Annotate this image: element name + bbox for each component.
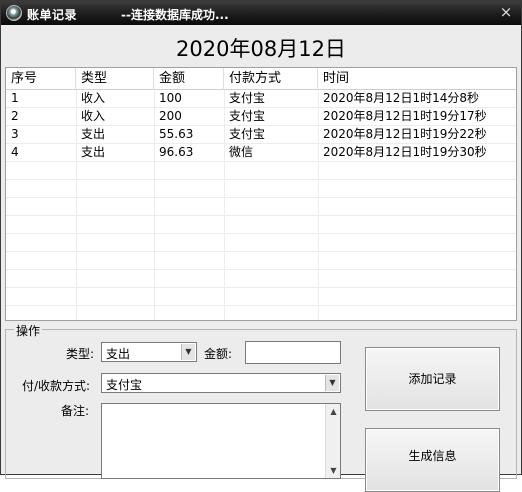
empty-row <box>6 180 516 198</box>
cell-type: 收入 <box>81 109 106 123</box>
cell-type: 支出 <box>81 127 106 141</box>
column-header-id[interactable]: 序号 <box>6 68 76 90</box>
cell-time: 2020年8月12日1时19分22秒 <box>323 127 487 141</box>
app-window: 账单记录 --连接数据库成功... × 2020年08月12日 序号 类型 金额… <box>0 0 522 492</box>
cell-type: 支出 <box>81 145 106 159</box>
cell-id: 1 <box>11 91 19 105</box>
column-header-payment[interactable]: 付款方式 <box>224 68 318 90</box>
group-title: 操作 <box>14 322 43 339</box>
records-table[interactable]: 序号 类型 金额 付款方式 时间 1 收入 100 支付宝 2020年8月12日… <box>5 67 517 321</box>
cell-payment: 微信 <box>229 145 254 159</box>
empty-row <box>6 198 516 216</box>
payment-select-value: 支付宝 <box>106 378 143 392</box>
title-bar[interactable]: 账单记录 --连接数据库成功... × <box>1 1 521 25</box>
table-row[interactable]: 4 支出 96.63 微信 2020年8月12日1时19分30秒 <box>6 144 516 162</box>
empty-row <box>6 270 516 288</box>
type-select[interactable]: 支出 ▼ <box>101 342 197 362</box>
cell-amount: 96.63 <box>159 145 194 159</box>
type-select-value: 支出 <box>106 347 131 361</box>
table-row[interactable]: 2 收入 200 支付宝 2020年8月12日1时19分17秒 <box>6 108 516 126</box>
cell-amount: 200 <box>159 109 182 123</box>
cell-id: 2 <box>11 109 19 123</box>
cell-time: 2020年8月12日1时14分8秒 <box>323 91 479 105</box>
type-label: 类型: <box>66 347 95 361</box>
column-header-type[interactable]: 类型 <box>76 68 154 90</box>
note-scrollbar[interactable]: ▲ ▼ <box>325 404 340 478</box>
operation-group: 操作 类型: 支出 ▼ 金额: 付/收款方式: 支付宝 ▼ 备注: ▲ ▼ 添加… <box>5 322 517 492</box>
note-label: 备注: <box>61 404 90 418</box>
table-row[interactable]: 3 支出 55.63 支付宝 2020年8月12日1时19分22秒 <box>6 126 516 144</box>
connection-status: --连接数据库成功... <box>121 8 229 22</box>
table-row[interactable]: 1 收入 100 支付宝 2020年8月12日1时14分8秒 <box>6 90 516 108</box>
amount-input[interactable] <box>245 341 341 364</box>
column-header-time[interactable]: 时间 <box>318 68 516 90</box>
cell-time: 2020年8月12日1时19分30秒 <box>323 145 487 159</box>
table-header: 序号 类型 金额 付款方式 时间 <box>6 68 516 90</box>
scroll-up-icon[interactable]: ▲ <box>326 404 341 419</box>
payment-select[interactable]: 支付宝 ▼ <box>101 373 341 393</box>
amount-label: 金额: <box>204 347 233 361</box>
cell-time: 2020年8月12日1时19分17秒 <box>323 109 487 123</box>
generate-info-button[interactable]: 生成信息 <box>365 428 500 492</box>
date-heading: 2020年08月12日 <box>176 37 346 61</box>
cell-amount: 55.63 <box>159 127 194 141</box>
cell-payment: 支付宝 <box>229 109 266 123</box>
cell-payment: 支付宝 <box>229 127 266 141</box>
cell-amount: 100 <box>159 91 182 105</box>
cell-payment: 支付宝 <box>229 91 266 105</box>
cell-id: 4 <box>11 145 19 159</box>
empty-row <box>6 288 516 306</box>
cell-type: 收入 <box>81 91 106 105</box>
empty-row <box>6 234 516 252</box>
payment-label: 付/收款方式: <box>22 379 91 393</box>
empty-row <box>6 252 516 270</box>
window-title: 账单记录 <box>27 8 78 22</box>
chevron-down-icon[interactable]: ▼ <box>181 344 195 360</box>
add-record-button[interactable]: 添加记录 <box>365 347 500 411</box>
column-header-amount[interactable]: 金额 <box>154 68 224 90</box>
app-logo-icon <box>6 5 22 21</box>
cell-id: 3 <box>11 127 19 141</box>
note-textarea[interactable]: ▲ ▼ <box>101 403 341 479</box>
empty-row <box>6 216 516 234</box>
scroll-down-icon[interactable]: ▼ <box>326 463 341 478</box>
empty-row <box>6 162 516 180</box>
close-icon[interactable]: × <box>497 4 515 21</box>
chevron-down-icon[interactable]: ▼ <box>325 375 339 391</box>
